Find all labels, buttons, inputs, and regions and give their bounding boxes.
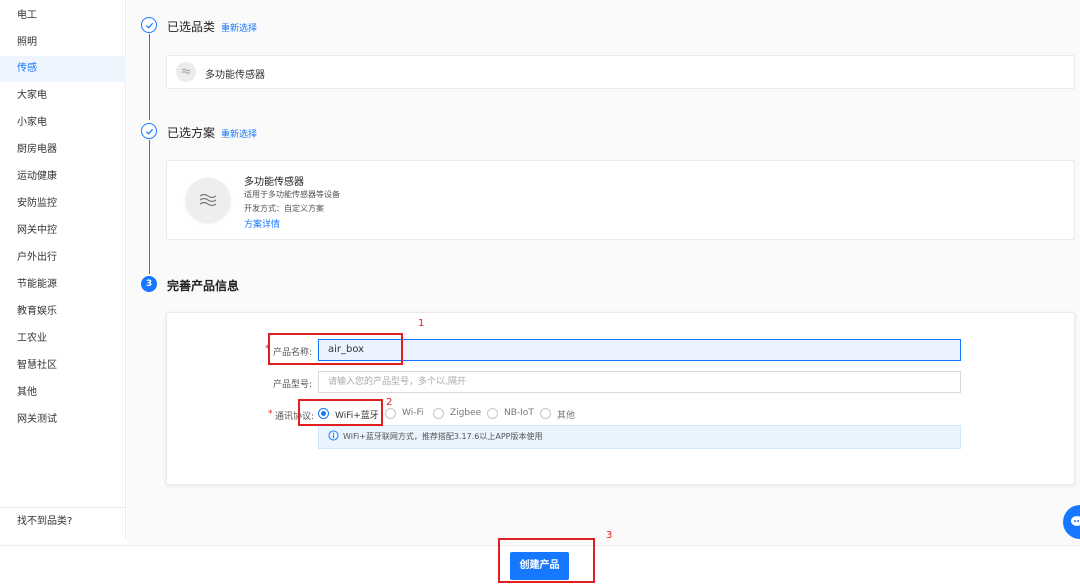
protocol-option-other[interactable]: 其他 (557, 408, 575, 421)
solution-dev-method: 开发方式：自定义方案 (244, 204, 324, 213)
sidebar-item-lighting[interactable]: 照明 (0, 30, 126, 56)
sidebar-item-gateway-test[interactable]: 网关测试 (0, 407, 126, 433)
product-model-input[interactable]: 请输入您的产品型号，多个以,隔开 (318, 371, 961, 393)
sidebar-item-gateway[interactable]: 网关中控 (0, 218, 126, 244)
annotation-box-1 (268, 333, 403, 365)
sidebar-item-sports-health[interactable]: 运动健康 (0, 164, 126, 190)
reselect-category-link[interactable]: 重新选择 (221, 21, 257, 34)
sidebar-item-industry[interactable]: 工农业 (0, 326, 126, 352)
sensor-icon (186, 178, 230, 222)
protocol-radio-wifi[interactable] (385, 408, 396, 419)
annotation-number-3: 3 (606, 530, 613, 541)
selected-category-card (166, 55, 1075, 89)
sidebar-item-sensing[interactable]: 传感 (0, 56, 126, 82)
sidebar-item-small-appliance[interactable]: 小家电 (0, 110, 126, 136)
info-icon (328, 430, 339, 444)
step-connector (149, 34, 150, 120)
chat-help-button[interactable] (1063, 505, 1080, 539)
category-not-found-link[interactable]: 找不到品类? (0, 507, 126, 535)
sidebar-item-energy[interactable]: 节能能源 (0, 272, 126, 298)
sidebar-item-other[interactable]: 其他 (0, 380, 126, 406)
check-icon (141, 123, 157, 139)
sidebar-item-kitchen[interactable]: 厨房电器 (0, 137, 126, 163)
protocol-tip-text: WiFi+蓝牙联网方式，推荐搭配3.17.6以上APP版本使用 (343, 432, 543, 441)
annotation-number-1: 1 (418, 318, 425, 329)
solution-details-link[interactable]: 方案详情 (244, 217, 280, 230)
protocol-radio-zigbee[interactable] (433, 408, 444, 419)
step2-title: 已选方案 (167, 126, 216, 140)
solution-name: 多功能传感器 (244, 177, 304, 188)
protocol-option-wifi[interactable]: Wi-Fi (402, 408, 423, 418)
check-icon (141, 17, 157, 33)
product-name-input[interactable]: air_box (318, 339, 961, 361)
sidebar-item-electrician[interactable]: 电工 (0, 3, 126, 29)
protocol-option-zigbee[interactable]: Zigbee (450, 408, 481, 418)
product-model-label: 产品型号: (273, 380, 313, 390)
step-connector (149, 140, 150, 274)
step1-title: 已选品类 (167, 20, 216, 34)
annotation-box-2 (298, 399, 383, 426)
sensor-icon (176, 62, 196, 82)
required-mark: * (268, 409, 273, 419)
step3-number-badge: 3 (141, 276, 157, 292)
sidebar-item-education[interactable]: 教育娱乐 (0, 299, 126, 325)
selected-category-name: 多功能传感器 (205, 70, 265, 81)
protocol-option-nbiot[interactable]: NB-IoT (504, 408, 534, 418)
selected-solution-card (166, 160, 1075, 240)
sidebar-item-outdoor[interactable]: 户外出行 (0, 245, 126, 271)
solution-description: 适用于多功能传感器等设备 (244, 190, 340, 199)
sidebar-item-security[interactable]: 安防监控 (0, 191, 126, 217)
protocol-radio-nbiot[interactable] (487, 408, 498, 419)
sidebar-item-large-appliance[interactable]: 大家电 (0, 83, 126, 109)
reselect-solution-link[interactable]: 重新选择 (221, 127, 257, 140)
protocol-radio-other[interactable] (540, 408, 551, 419)
annotation-number-2: 2 (386, 397, 393, 408)
category-sidebar: 电工 照明 传感 大家电 小家电 厨房电器 运动健康 安防监控 网关中控 户外出… (0, 0, 126, 540)
step3-title: 完善产品信息 (167, 279, 240, 293)
sidebar-item-community[interactable]: 智慧社区 (0, 353, 126, 379)
annotation-box-3 (498, 538, 595, 583)
